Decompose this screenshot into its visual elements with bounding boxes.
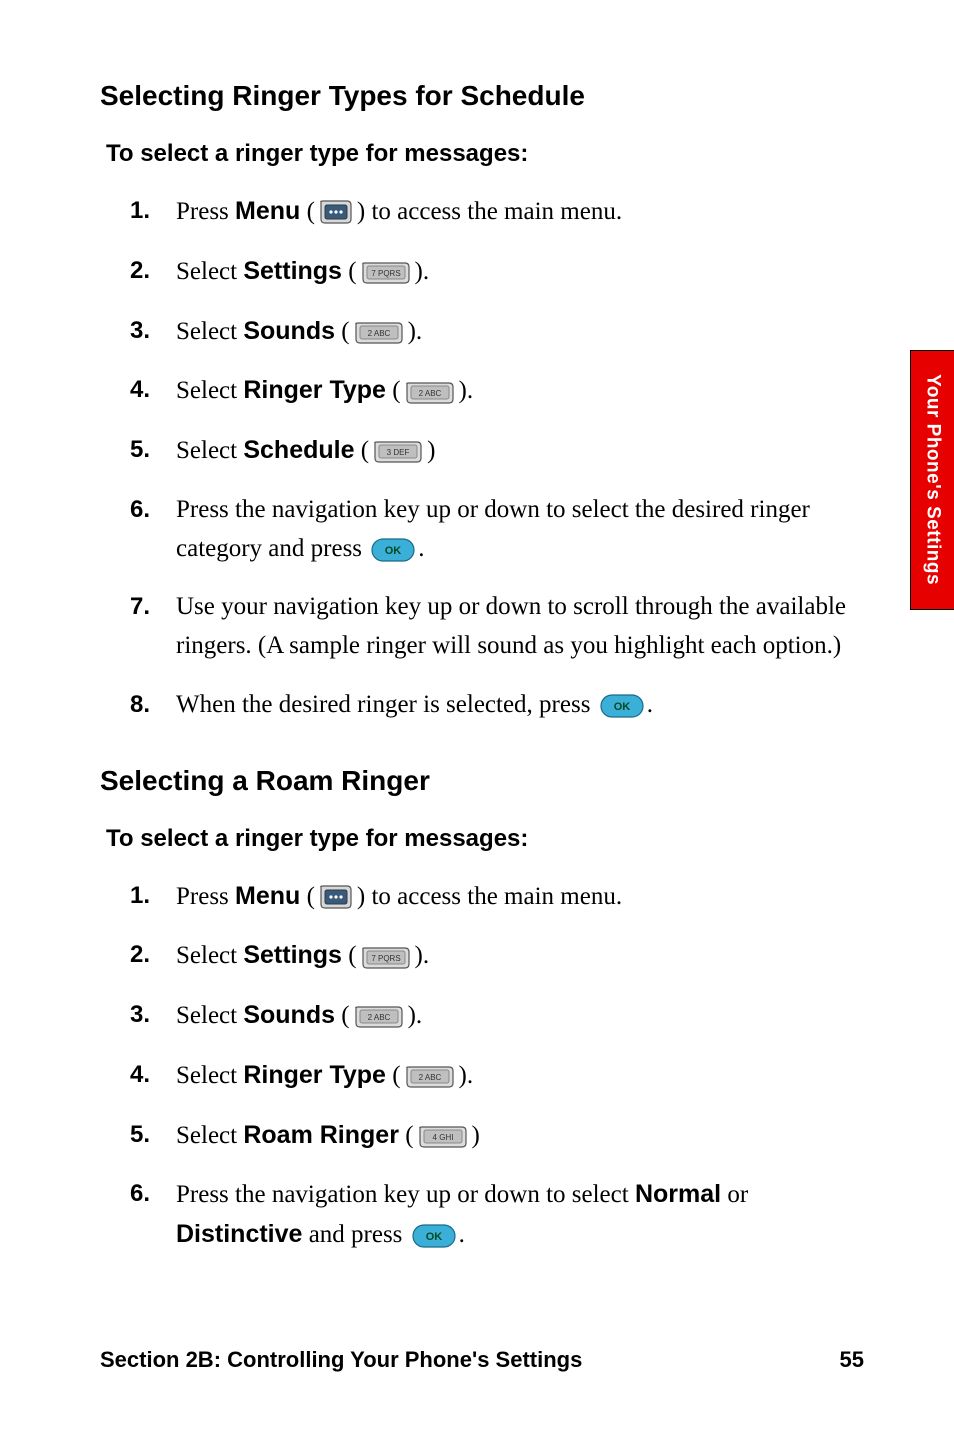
manual-page: Your Phone's Settings Selecting Ringer T… [0, 0, 954, 1431]
heading-schedule: Selecting Ringer Types for Schedule [100, 80, 864, 112]
key-7-icon: 7 PQRS [359, 261, 413, 285]
step-6: Press the navigation key up or down to s… [130, 491, 864, 569]
svg-text:3 DEF: 3 DEF [387, 448, 410, 457]
step-3: Select Sounds (2 ABC). [130, 312, 864, 352]
svg-text:2 ABC: 2 ABC [418, 389, 441, 398]
sounds-label: Sounds [243, 317, 335, 345]
text: and press [302, 1221, 408, 1248]
text: Select [176, 258, 243, 285]
svg-text:7 PQRS: 7 PQRS [371, 269, 400, 278]
text: ( [399, 1122, 414, 1149]
schedule-label: Schedule [243, 436, 354, 464]
text: Select [176, 1062, 243, 1089]
svg-text:7 PQRS: 7 PQRS [371, 954, 400, 963]
text: ( [386, 377, 401, 404]
text: ) to access the main menu. [357, 883, 622, 910]
svg-text:2 ABC: 2 ABC [367, 1013, 390, 1022]
text: or [721, 1181, 748, 1208]
ringer-type-label: Ringer Type [243, 376, 386, 404]
settings-label: Settings [243, 257, 342, 285]
text: Select [176, 437, 243, 464]
section-side-tab: Your Phone's Settings [910, 350, 954, 610]
step-8: When the desired ringer is selected, pre… [130, 686, 864, 725]
side-tab-label: Your Phone's Settings [922, 374, 944, 585]
text: Press [176, 198, 235, 225]
text: Select [176, 1002, 243, 1029]
menu-key-icon [317, 884, 355, 912]
settings-label: Settings [243, 941, 342, 969]
step-6: Press the navigation key up or down to s… [130, 1175, 864, 1255]
text: ( [335, 1002, 350, 1029]
key-2-icon: 2 ABC [403, 1065, 457, 1089]
text: ). [415, 942, 430, 969]
ok-key-icon [411, 1223, 457, 1249]
step-5: Select Schedule (3 DEF) [130, 431, 864, 471]
text: ( [386, 1062, 401, 1089]
menu-label: Menu [235, 197, 300, 225]
normal-label: Normal [635, 1180, 721, 1208]
text: Select [176, 1122, 243, 1149]
distinctive-label: Distinctive [176, 1220, 302, 1248]
svg-text:2 ABC: 2 ABC [418, 1073, 441, 1082]
key-2-icon: 2 ABC [403, 381, 457, 405]
ringer-type-label: Ringer Type [243, 1061, 386, 1089]
text: Press [176, 883, 235, 910]
text: . [647, 691, 653, 718]
text: Select [176, 318, 243, 345]
steps-schedule: Press Menu ( ) to access the main menu. S… [130, 192, 864, 725]
menu-key-icon [317, 199, 355, 227]
step-2: Select Settings (7 PQRS). [130, 252, 864, 292]
text: ) [427, 437, 435, 464]
text: ( [335, 318, 350, 345]
step-1: Press Menu ( ) to access the main menu. [130, 877, 864, 917]
steps-roam: Press Menu ( ) to access the main menu. S… [130, 877, 864, 1255]
step-4: Select Ringer Type (2 ABC). [130, 371, 864, 411]
step-3: Select Sounds (2 ABC). [130, 996, 864, 1036]
ok-key-icon [370, 537, 416, 563]
step-2: Select Settings (7 PQRS). [130, 936, 864, 976]
page-number: 55 [840, 1347, 864, 1373]
key-2-icon: 2 ABC [352, 321, 406, 345]
text: ). [415, 258, 430, 285]
text: . [459, 1221, 465, 1248]
sounds-label: Sounds [243, 1001, 335, 1029]
text: Use your navigation key up or down to sc… [176, 593, 846, 659]
roam-ringer-label: Roam Ringer [243, 1121, 399, 1149]
text: ) [472, 1122, 480, 1149]
footer-section-label: Section 2B: Controlling Your Phone's Set… [100, 1347, 582, 1373]
ok-key-icon [599, 693, 645, 719]
text: ) to access the main menu. [357, 198, 622, 225]
subheading-schedule: To select a ringer type for messages: [106, 140, 864, 168]
text: ( [342, 942, 357, 969]
svg-text:4 GHI: 4 GHI [432, 1133, 453, 1142]
key-2-icon: 2 ABC [352, 1005, 406, 1029]
page-footer: Section 2B: Controlling Your Phone's Set… [100, 1347, 864, 1373]
step-4: Select Ringer Type (2 ABC). [130, 1056, 864, 1096]
text: Press the navigation key up or down to s… [176, 496, 810, 562]
text: ). [459, 1062, 474, 1089]
text: Select [176, 377, 243, 404]
step-7: Use your navigation key up or down to sc… [130, 588, 864, 666]
text: . [418, 535, 424, 562]
text: ( [300, 198, 315, 225]
text: Press the navigation key up or down to s… [176, 1181, 635, 1208]
text: ). [459, 377, 474, 404]
text: ). [408, 318, 423, 345]
key-3-icon: 3 DEF [371, 440, 425, 464]
text: ( [342, 258, 357, 285]
text: Select [176, 942, 243, 969]
svg-text:2 ABC: 2 ABC [367, 329, 390, 338]
step-5: Select Roam Ringer (4 GHI) [130, 1116, 864, 1156]
key-7-icon: 7 PQRS [359, 946, 413, 970]
heading-roam: Selecting a Roam Ringer [100, 765, 864, 797]
menu-label: Menu [235, 882, 300, 910]
text: ( [355, 437, 370, 464]
step-1: Press Menu ( ) to access the main menu. [130, 192, 864, 232]
text: When the desired ringer is selected, pre… [176, 691, 597, 718]
key-4-icon: 4 GHI [416, 1125, 470, 1149]
text: ). [408, 1002, 423, 1029]
text: ( [300, 883, 315, 910]
subheading-roam: To select a ringer type for messages: [106, 825, 864, 853]
